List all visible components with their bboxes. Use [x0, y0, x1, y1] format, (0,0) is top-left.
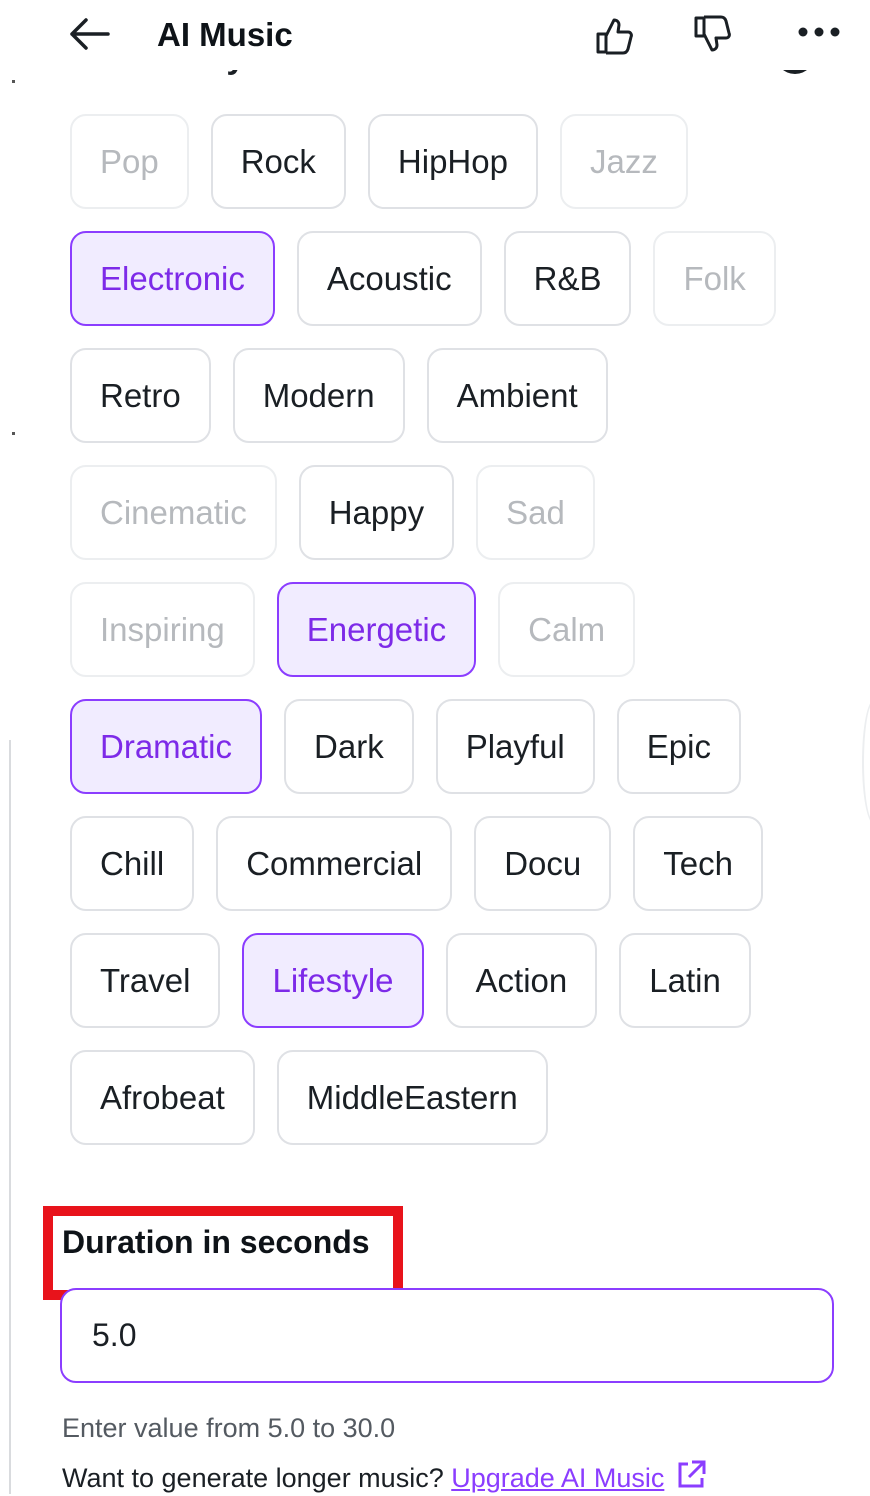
- page-title: AI Music: [157, 16, 293, 53]
- chip-row: Afrobeat MiddleEastern: [70, 1050, 830, 1145]
- chip-pop[interactable]: Pop: [70, 114, 189, 209]
- chip-ambient[interactable]: Ambient: [426, 348, 608, 443]
- more-options-button[interactable]: [794, 10, 844, 60]
- chip-middleeastern[interactable]: MiddleEastern: [276, 1050, 548, 1145]
- duration-input[interactable]: [60, 1288, 834, 1383]
- chip-row: Cinematic Happy Sad: [70, 465, 830, 560]
- duration-label: Duration in seconds: [62, 1224, 370, 1260]
- duration-hint: Enter value from 5.0 to 30.0: [62, 1413, 396, 1443]
- back-arrow-icon: [70, 18, 110, 50]
- chip-epic[interactable]: Epic: [616, 699, 741, 794]
- upgrade-prompt: Want to generate longer music? Upgrade A…: [62, 1458, 708, 1496]
- thumbs-up-icon: [596, 18, 633, 55]
- chip-tech[interactable]: Tech: [633, 816, 763, 911]
- chip-chill[interactable]: Chill: [70, 816, 195, 911]
- chip-afrobeat[interactable]: Afrobeat: [70, 1050, 255, 1145]
- chip-dramatic[interactable]: Dramatic: [70, 699, 263, 794]
- chip-acoustic[interactable]: Acoustic: [296, 231, 482, 326]
- chip-row: Electronic Acoustic R&B Folk: [70, 231, 830, 326]
- thumbs-down-icon: [694, 15, 731, 52]
- chip-sad[interactable]: Sad: [476, 465, 595, 560]
- thumbs-up-button[interactable]: [590, 10, 640, 60]
- more-icon: [798, 27, 840, 37]
- upgrade-prompt-text: Want to generate longer music?: [62, 1463, 444, 1493]
- chip-happy[interactable]: Happy: [298, 465, 455, 560]
- edge-mark: [12, 80, 15, 83]
- thumbs-down-button[interactable]: [688, 10, 738, 60]
- chip-action[interactable]: Action: [445, 933, 598, 1028]
- chip-retro[interactable]: Retro: [70, 348, 211, 443]
- external-link-icon: [678, 1460, 706, 1488]
- upgrade-ai-music-link[interactable]: Upgrade AI Music: [451, 1460, 708, 1493]
- chip-cinematic[interactable]: Cinematic: [70, 465, 277, 560]
- chip-electronic[interactable]: Electronic: [70, 231, 275, 326]
- app-header: AI Music: [0, 0, 870, 70]
- chip-row: Dramatic Dark Playful Epic: [70, 699, 830, 794]
- chip-row: Retro Modern Ambient: [70, 348, 830, 443]
- back-button[interactable]: [64, 12, 114, 56]
- chip-row: Travel Lifestyle Action Latin: [70, 933, 830, 1028]
- chip-row: Pop Rock HipHop Jazz: [70, 114, 830, 209]
- chip-dark[interactable]: Dark: [284, 699, 414, 794]
- chip-docu[interactable]: Docu: [474, 816, 612, 911]
- chip-energetic[interactable]: Energetic: [276, 582, 477, 677]
- upgrade-link-label: Upgrade AI Music: [451, 1463, 665, 1493]
- chip-latin[interactable]: Latin: [619, 933, 751, 1028]
- chip-calm[interactable]: Calm: [498, 582, 636, 677]
- chip-inspiring[interactable]: Inspiring: [70, 582, 255, 677]
- chip-r-b[interactable]: R&B: [503, 231, 632, 326]
- chip-jazz[interactable]: Jazz: [559, 114, 688, 209]
- chip-commercial[interactable]: Commercial: [216, 816, 453, 911]
- chip-travel[interactable]: Travel: [70, 933, 221, 1028]
- chip-row: Inspiring Energetic Calm: [70, 582, 830, 677]
- left-panel-edge: [9, 740, 11, 1494]
- chip-folk[interactable]: Folk: [653, 231, 776, 326]
- chip-row: Chill Commercial Docu Tech: [70, 816, 830, 911]
- chip-modern[interactable]: Modern: [232, 348, 405, 443]
- chip-hiphop[interactable]: HipHop: [367, 114, 538, 209]
- chip-lifestyle[interactable]: Lifestyle: [242, 933, 424, 1028]
- edge-mark: [12, 432, 15, 435]
- chip-rock[interactable]: Rock: [210, 114, 346, 209]
- style-chip-grid: Pop Rock HipHop Jazz Electronic Acoustic R&B Fo…: [70, 114, 830, 1167]
- chip-playful[interactable]: Playful: [435, 699, 595, 794]
- right-panel-edge: [862, 700, 870, 824]
